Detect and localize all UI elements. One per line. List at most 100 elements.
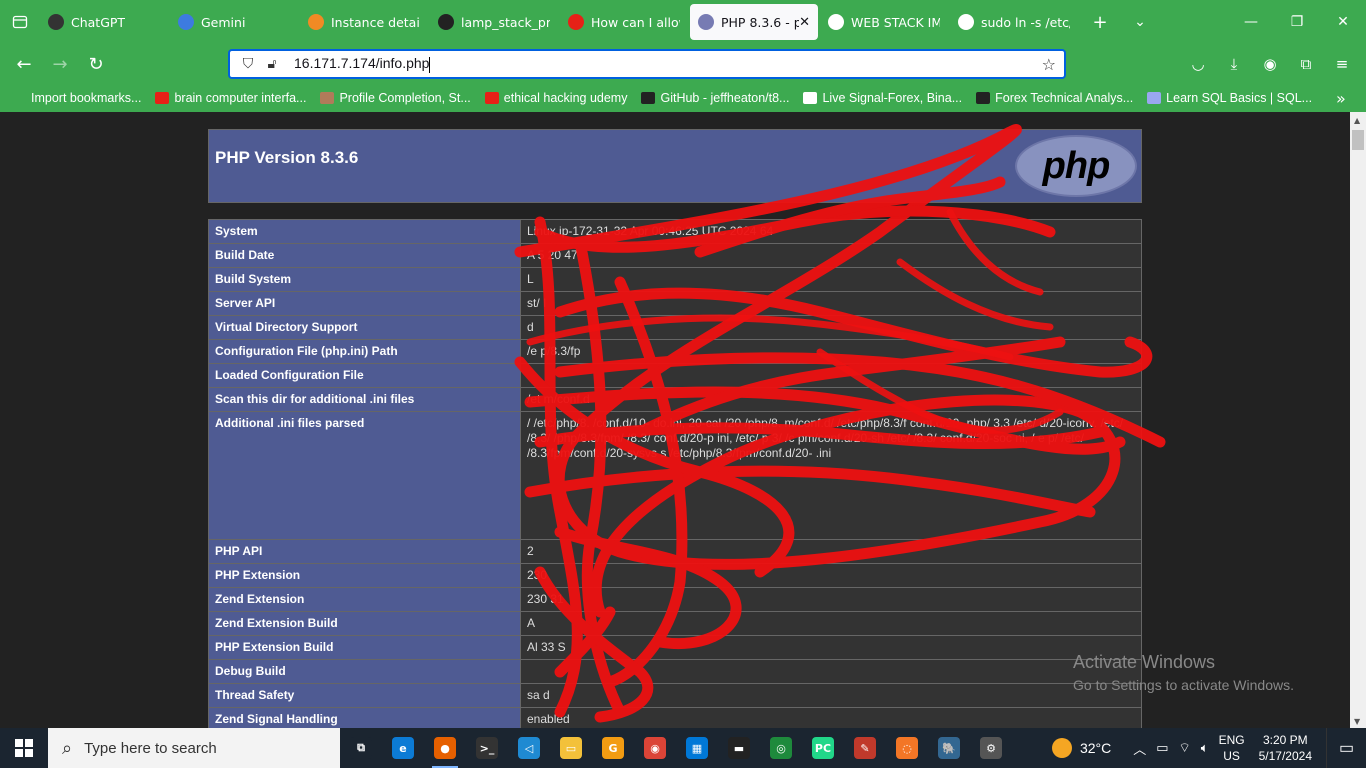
tabs: ChatGPT Gemini Instance details | lamp_stac… [40,4,1080,40]
bookmark-star-icon[interactable]: ☆ [1042,55,1056,74]
row-value [520,659,1142,684]
tab-label: sudo ln -s /etc/n [981,14,1070,30]
tab-2[interactable]: Instance details | [300,4,428,40]
download-icon[interactable]: ⤓ [1216,46,1252,82]
row-key: Build Date [208,243,521,268]
bookmark-item[interactable]: GitHub - jeffheaton/t8... [641,91,789,105]
scroll-down-icon[interactable]: ▼ [1354,717,1360,726]
tab-0[interactable]: ChatGPT [40,4,168,40]
account-icon[interactable]: ◉ [1252,46,1288,82]
clock-time: 3:20 PM [1262,733,1308,747]
tab-label: WEB STACK IMPL [851,14,940,30]
pycharm-icon: PC [812,737,834,759]
tab-3[interactable]: lamp_stack_proje [430,4,558,40]
shield-icon[interactable]: ⛉ [236,56,260,72]
row-key: Server API [208,291,521,316]
taskbar-app[interactable]: ⚙ [970,728,1012,768]
insecure-lock-icon[interactable]: 🔓︎ [260,56,284,72]
taskbar-apps: ⧉ e ● >_ ◁ ▭ G ◉ ▦ ▬ ◎ PC ✎ ◌ 🐘 ⚙ [340,728,1012,768]
sql-icon [1147,92,1162,104]
reload-button[interactable]: ↻ [78,46,114,82]
notification-center-icon[interactable]: ▭ [1326,728,1366,768]
tab-5[interactable]: PHP 8.3.6 - phpinf✕ [690,4,818,40]
table-row: Virtual Directory Support d [208,315,1142,340]
url-bar[interactable]: ⛉ 🔓︎ 16.171.7.174/info.php ☆ [228,49,1066,79]
forward-button[interactable]: → [42,46,78,82]
taskbar-app[interactable]: >_ [466,728,508,768]
taskbar-search[interactable]: ⌕ Type here to search [48,728,340,768]
scroll-up-icon[interactable]: ▲ [1354,116,1360,125]
signal-icon [803,92,818,104]
url-value[interactable]: 16.171.7.174/info.php [294,55,429,71]
taskbar-app[interactable]: ◌ [886,728,928,768]
start-button[interactable] [0,728,48,768]
row-key: Zend Signal Handling [208,707,521,728]
pocket-icon[interactable]: ◡ [1180,46,1216,82]
restore-button[interactable]: ❐ [1274,0,1320,44]
show-hidden-icons[interactable]: ︿ [1133,739,1146,758]
tab-6[interactable]: WEB STACK IMPL [820,4,948,40]
close-tab-icon[interactable]: ✕ [799,15,810,30]
menu-icon[interactable]: ≡ [1324,46,1360,82]
php-icon [698,14,714,30]
investing-icon [976,92,991,104]
language-indicator[interactable]: ENG US [1219,732,1245,764]
bookmark-item[interactable]: Import bookmarks... [12,91,141,105]
wifi-icon[interactable]: ⌔ [1179,740,1191,756]
taskbar-app[interactable]: ✎ [844,728,886,768]
github-icon [641,92,656,104]
close-window-button[interactable]: ✕ [1320,0,1366,44]
page-scrollbar[interactable]: ▲ ▼ [1350,112,1366,728]
weather-widget[interactable]: 32°C [1051,738,1111,758]
bookmark-item[interactable]: Live Signal-Forex, Bina... [803,91,962,105]
table-row: PHP Extension 230 [208,563,1142,588]
windows-logo-icon [15,739,33,757]
row-value: A 5 20 47 [520,243,1142,268]
taskbar-app[interactable]: ▦ [676,728,718,768]
taskbar-app[interactable]: PC [802,728,844,768]
back-button[interactable]: ← [6,46,42,82]
tab-7[interactable]: sudo ln -s /etc/n [950,4,1078,40]
taskbar-app[interactable]: ▭ [550,728,592,768]
bookmark-item[interactable]: brain computer interfa... [155,91,306,105]
taskbar-app[interactable]: e [382,728,424,768]
text-caret [429,56,431,73]
taskbar-app[interactable]: ◎ [760,728,802,768]
taskbar-app[interactable]: ● [424,728,466,768]
tab-4[interactable]: How can I allow [560,4,688,40]
new-tab-button[interactable]: + [1080,0,1120,44]
list-all-tabs-icon[interactable]: ⌄ [1120,0,1160,44]
taskbar-app[interactable]: ⧉ [340,728,382,768]
import-icon [12,92,26,104]
volume-icon[interactable]: 🔈︎ [1201,740,1209,756]
bookmark-item[interactable]: Forex Technical Analys... [976,91,1133,105]
more-bookmarks-icon[interactable]: » [1336,89,1346,108]
taskbar-app[interactable]: ▬ [718,728,760,768]
pen-icon [320,92,335,104]
clock[interactable]: 3:20 PM 5/17/2024 [1259,732,1312,764]
row-value: 2 [520,539,1142,564]
tab-label: Gemini [201,14,246,30]
bookmark-item[interactable]: ethical hacking udemy [484,91,627,105]
extensions-icon[interactable]: ⧉ [1288,46,1324,82]
bookmark-item[interactable]: Profile Completion, St... [320,91,471,105]
tab-list-icon[interactable] [0,0,40,44]
minimize-button[interactable]: — [1228,0,1274,44]
row-value: st/ I [520,291,1142,316]
row-key: Debug Build [208,659,521,684]
taskbar-app[interactable]: G [592,728,634,768]
scrollbar-thumb[interactable] [1352,130,1364,150]
row-key: PHP API [208,539,521,564]
table-row: Zend Signal Handling enabled [208,707,1142,728]
url-text[interactable]: 16.171.7.174/info.php [294,55,431,73]
battery-icon[interactable]: ▭ [1156,740,1168,756]
bookmark-item[interactable]: Learn SQL Basics | SQL... [1147,91,1312,105]
taskbar-app[interactable]: 🐘 [928,728,970,768]
row-value: Al 33 S [520,635,1142,660]
tab-1[interactable]: Gemini [170,4,298,40]
bookmark-list: Import bookmarks... brain computer interf… [12,91,1326,105]
taskbar-app[interactable]: ◉ [634,728,676,768]
row-value: d [520,315,1142,340]
taskbar-app[interactable]: ◁ [508,728,550,768]
weather-icon [1051,738,1072,758]
